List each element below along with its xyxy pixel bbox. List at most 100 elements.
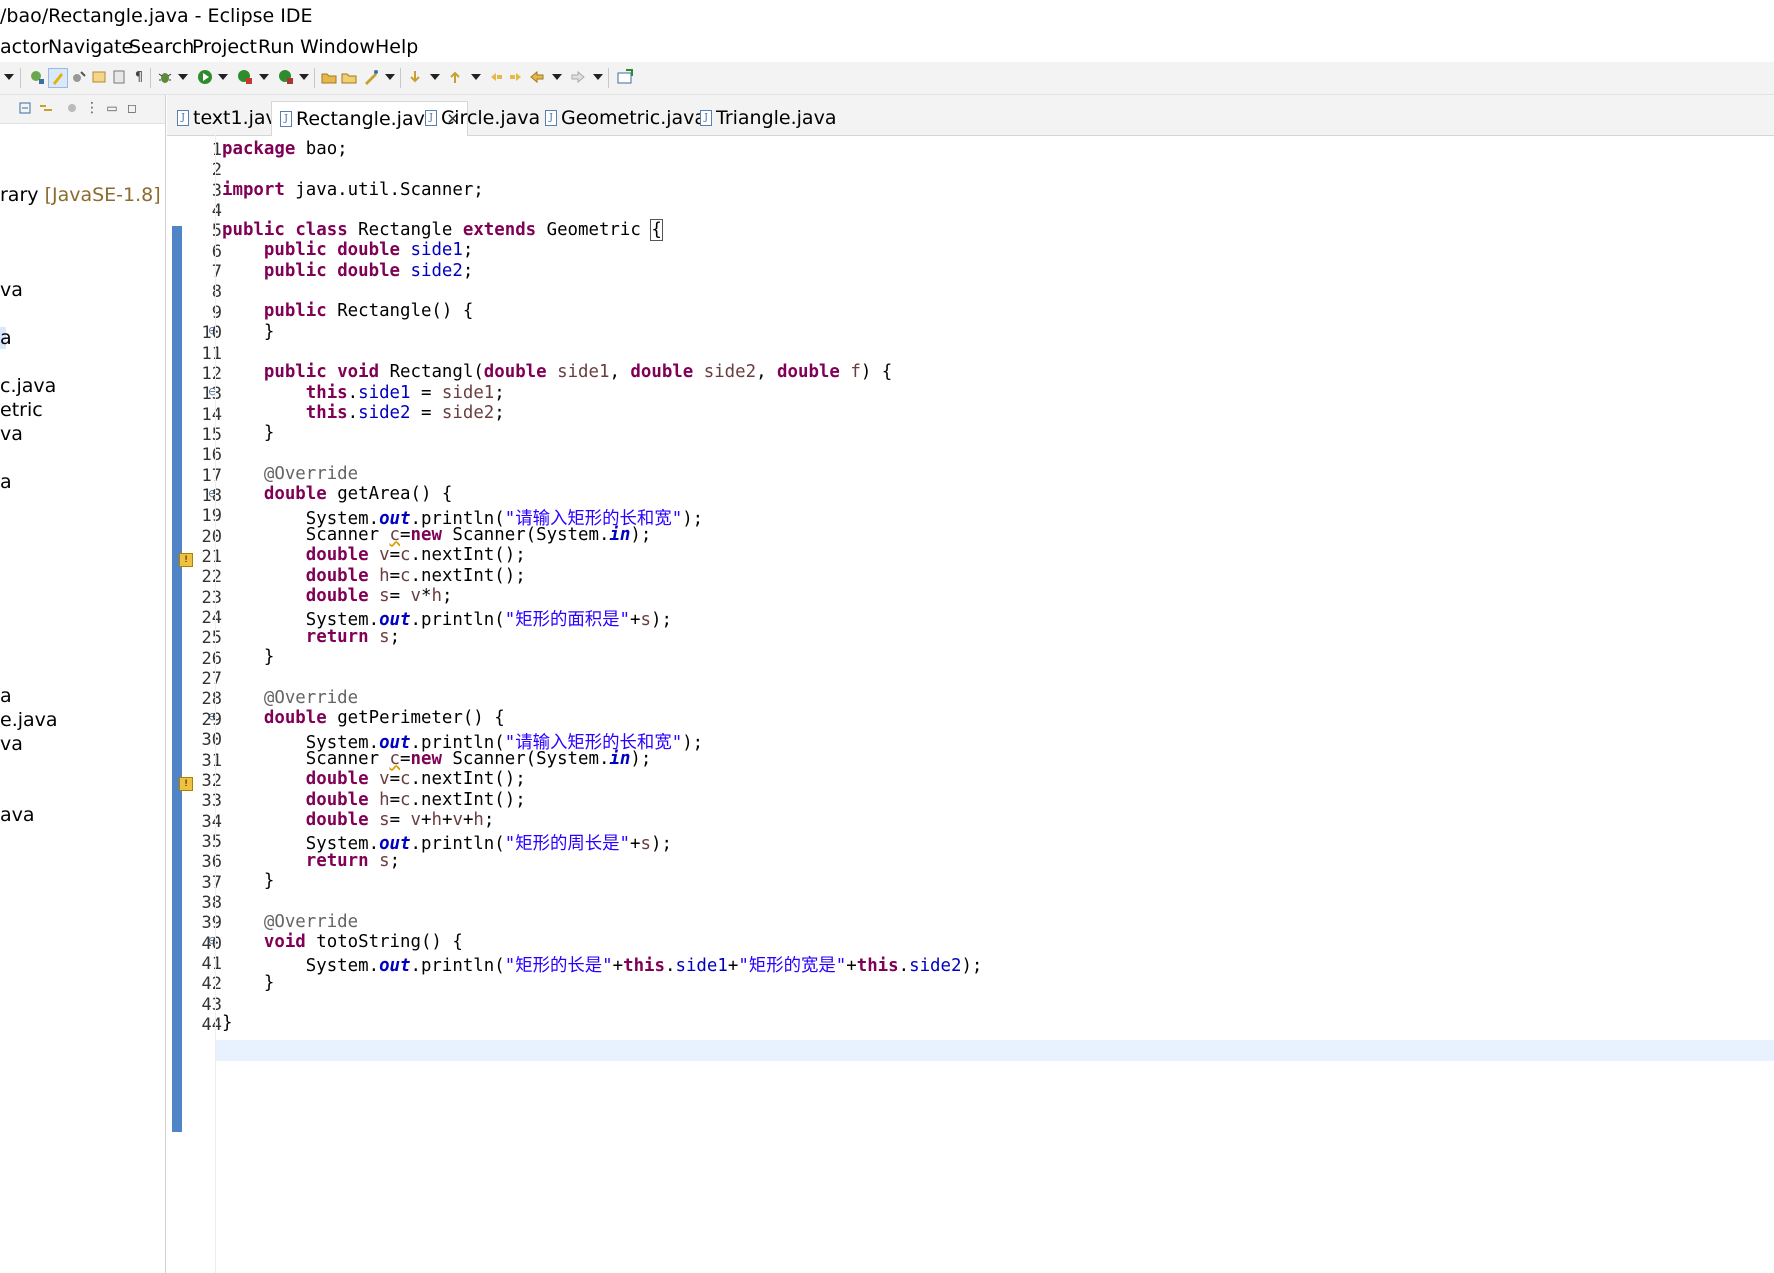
code-line: }	[222, 871, 275, 891]
next-annotation-icon[interactable]	[406, 68, 424, 86]
tree-item[interactable]: va	[0, 423, 23, 445]
code-line: }	[222, 322, 275, 342]
code-line: public double side1;	[263, 240, 474, 260]
tab-label: Rectangle.java	[296, 108, 437, 130]
code-line: double v=c.nextInt();	[305, 769, 526, 789]
collapse-all-icon[interactable]	[18, 100, 34, 116]
code-text-area[interactable]: package bao; import java.util.Scanner; p…	[215, 135, 1774, 1273]
forward-icon[interactable]	[569, 68, 587, 86]
tree-item-label: rary	[0, 184, 45, 206]
java-editor: J text1.java J Rectangle.java ✕ J Circle…	[167, 95, 1774, 1273]
back-dropdown-icon[interactable]	[552, 74, 562, 80]
menu-navigate[interactable]: Navigate	[48, 36, 133, 58]
string-literal: "矩形的长是"	[504, 956, 613, 976]
dropdown-icon[interactable]	[4, 74, 14, 80]
string-literal: "矩形的周长是"	[504, 834, 631, 854]
tree-item[interactable]: a	[0, 327, 12, 349]
code-line: public double side2;	[263, 261, 474, 281]
menu-search[interactable]: Search	[129, 36, 194, 58]
tree-item[interactable]: c.java	[0, 375, 56, 397]
run-icon[interactable]	[196, 68, 214, 86]
code-line: System.out.println("矩形的长是"+this.side1+"矩…	[222, 956, 983, 976]
code-line: return s;	[305, 851, 401, 871]
debug-dropdown-icon[interactable]	[178, 74, 188, 80]
code-line: @Override	[263, 688, 359, 708]
tree-item[interactable]: va	[0, 279, 23, 301]
code-line: public void Rectangl(double side1, doubl…	[263, 362, 893, 382]
window-title-bar: /bao/Rectangle.java - Eclipse IDE	[0, 0, 1774, 30]
new-class-icon[interactable]	[362, 68, 380, 86]
tree-item-jre-library[interactable]: rary [JavaSE-1.8]	[0, 184, 161, 206]
toggle-mark-icon[interactable]	[70, 68, 88, 86]
menu-run[interactable]: Run	[258, 36, 294, 58]
last-edit-location-icon[interactable]	[487, 68, 505, 86]
code-line: public class Rectangle extends Geometric…	[222, 219, 663, 241]
open-perspective-icon[interactable]	[616, 68, 634, 86]
tab-label: Geometric.java	[561, 107, 707, 129]
menu-window[interactable]: Window	[300, 36, 375, 58]
minimize-icon[interactable]: ▭	[104, 100, 120, 116]
tree-item[interactable]: e.java	[0, 709, 58, 731]
tab-label: Triangle.java	[716, 107, 837, 129]
tab-circle-java[interactable]: J Circle.java	[425, 101, 540, 135]
java-file-icon: J	[545, 110, 557, 126]
previous-annotation-dropdown-icon[interactable]	[471, 74, 481, 80]
tree-item[interactable]: va	[0, 733, 23, 755]
external-tools-icon[interactable]	[277, 68, 295, 86]
run-dropdown-icon[interactable]	[218, 74, 228, 80]
menu-help[interactable]: Help	[375, 36, 418, 58]
code-line: double h=c.nextInt();	[305, 790, 526, 810]
java-file-icon: J	[177, 110, 189, 126]
window-title: /bao/Rectangle.java - Eclipse IDE	[0, 5, 313, 27]
code-line: @Override	[263, 464, 359, 484]
code-line: this.side1 = side1;	[305, 383, 505, 403]
focus-icon[interactable]	[64, 100, 80, 116]
coverage-icon[interactable]	[236, 68, 254, 86]
toolbar-separator	[314, 68, 315, 88]
new-java-package-icon[interactable]	[28, 68, 46, 86]
main-toolbar: ¶	[0, 62, 1774, 95]
external-tools-dropdown-icon[interactable]	[299, 74, 309, 80]
show-whitespace-icon[interactable]: ¶	[130, 68, 148, 86]
tree-item[interactable]: ava	[0, 804, 35, 826]
code-line: }	[222, 973, 275, 993]
code-line: }	[222, 423, 275, 443]
quick-diff-ruler	[172, 226, 182, 1132]
coverage-dropdown-icon[interactable]	[259, 74, 269, 80]
code-line: }	[222, 647, 275, 667]
code-line: double getArea() {	[263, 484, 453, 504]
maximize-icon[interactable]: ◻	[124, 100, 140, 116]
back-icon[interactable]	[528, 68, 546, 86]
new-dropdown-icon[interactable]	[385, 74, 395, 80]
debug-icon[interactable]	[156, 68, 174, 86]
tree-item[interactable]: a	[0, 685, 12, 707]
tab-label: Circle.java	[441, 107, 541, 129]
package-explorer-toolbar: ⋮ ▭ ◻	[0, 95, 165, 124]
java-file-icon: J	[280, 111, 292, 127]
package-explorer: ⋮ ▭ ◻ rary [JavaSE-1.8] va a c.java etri…	[0, 95, 166, 1273]
jre-version-label: [JavaSE-1.8]	[44, 184, 161, 206]
highlight-icon[interactable]	[48, 68, 68, 88]
code-line: void totoString() {	[263, 932, 463, 952]
code-line: Scanner c=new Scanner(System.in);	[222, 525, 652, 545]
next-edit-location-icon[interactable]	[507, 68, 525, 86]
forward-dropdown-icon[interactable]	[593, 74, 603, 80]
previous-annotation-icon[interactable]	[446, 68, 464, 86]
menu-project[interactable]: Project	[192, 36, 257, 58]
tab-geometric-java[interactable]: J Geometric.java	[545, 101, 706, 135]
view-menu-icon[interactable]: ⋮	[84, 100, 100, 116]
next-annotation-dropdown-icon[interactable]	[430, 74, 440, 80]
tree-item[interactable]: a	[0, 471, 12, 493]
open-task-icon[interactable]	[110, 68, 128, 86]
code-line: import java.util.Scanner;	[222, 180, 484, 200]
string-literal: "矩形的宽是"	[738, 956, 847, 976]
tab-triangle-java[interactable]: J Triangle.java	[700, 101, 836, 135]
new-java-project-icon[interactable]	[320, 68, 338, 86]
new-package-icon[interactable]	[340, 68, 358, 86]
tree-item[interactable]: etric	[0, 399, 43, 421]
link-with-editor-icon[interactable]	[38, 100, 54, 116]
menu-refactor[interactable]: actor	[0, 36, 49, 58]
code-line: @Override	[263, 912, 359, 932]
open-type-icon[interactable]	[90, 68, 108, 86]
editor-tabs: J text1.java J Rectangle.java ✕ J Circle…	[167, 95, 1774, 136]
